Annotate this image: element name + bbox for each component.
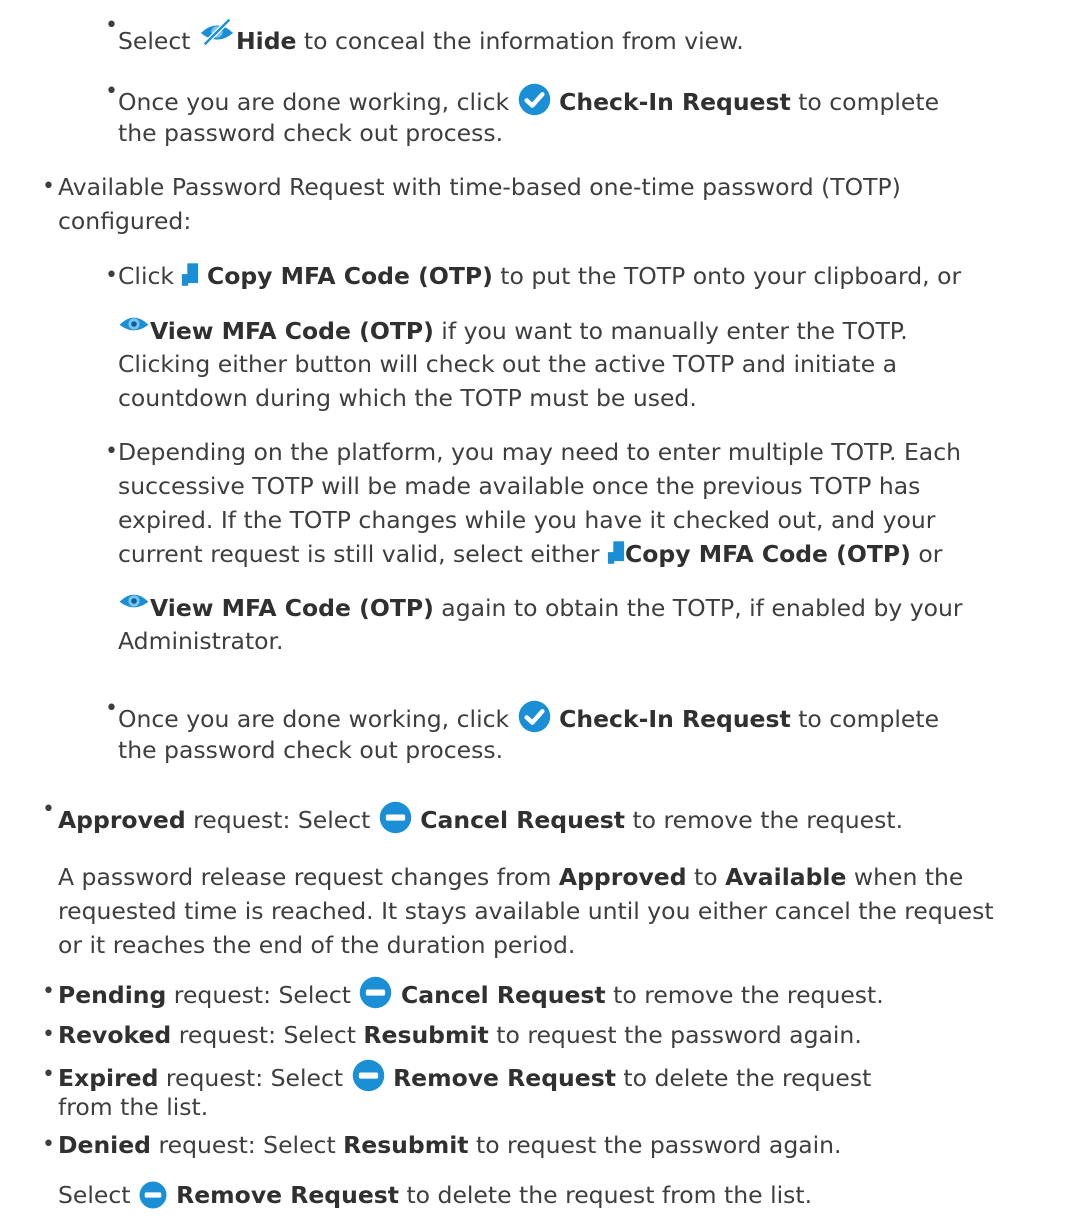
bullet: • — [42, 1062, 55, 1087]
copy-icon — [181, 263, 199, 287]
checkin-item-cont: the password check out process. — [118, 736, 504, 764]
bullet: • — [105, 263, 118, 288]
bullet: • — [105, 79, 118, 104]
approved-para-1: A password release request changes from … — [58, 863, 964, 891]
bullet: • — [42, 797, 55, 822]
minus-circle-icon — [358, 975, 393, 1010]
totp-item-cont: configured: — [58, 207, 192, 235]
denied-para: Select Remove Request to delete the requ… — [58, 1180, 813, 1210]
multi-line-1: Depending on the platform, you may need … — [118, 438, 962, 466]
bullet: • — [105, 696, 118, 721]
checkin-item-cont: the password check out process. — [118, 119, 504, 147]
minus-circle-icon — [351, 1058, 386, 1093]
check-circle-icon — [517, 699, 552, 734]
denied-item: Denied request: Select Resubmit to reque… — [58, 1131, 842, 1159]
pending-item: Pending request: Select Cancel Request t… — [58, 975, 884, 1012]
view-line-3: countdown during which the TOTP must be … — [118, 384, 697, 412]
minus-circle-icon — [138, 1180, 168, 1210]
minus-circle-icon — [378, 800, 413, 835]
bullet: • — [105, 13, 118, 38]
multi-line-6: Administrator. — [118, 627, 284, 655]
expired-item-cont: from the list. — [58, 1093, 209, 1121]
totp-item: Available Password Request with time-bas… — [58, 173, 901, 201]
check-circle-icon — [517, 82, 552, 117]
bullet: • — [42, 1022, 55, 1047]
copy-icon — [607, 541, 625, 565]
multi-line-2: successive TOTP will be made available o… — [118, 472, 921, 500]
bullet: • — [42, 174, 55, 199]
bullet: • — [42, 1132, 55, 1157]
approved-para-3: or it reaches the end of the duration pe… — [58, 931, 576, 959]
eye-icon — [118, 590, 150, 612]
approved-para-2: requested time is reached. It stays avai… — [58, 897, 994, 925]
revoked-item: Revoked request: Select Resubmit to requ… — [58, 1021, 862, 1049]
view-line: View MFA Code (OTP) if you want to manua… — [118, 313, 908, 348]
multi-line-5: View MFA Code (OTP) again to obtain the … — [118, 590, 963, 625]
bullet: • — [42, 979, 55, 1004]
multi-line-3: expired. If the TOTP changes while you h… — [118, 506, 936, 534]
multi-line-4: current request is still valid, select e… — [118, 540, 943, 568]
view-line-2: Clicking either button will check out th… — [118, 350, 898, 378]
hide-icon — [198, 17, 236, 47]
hide-item: Select Hide to conceal the information f… — [118, 17, 744, 58]
copy-item: Click Copy MFA Code (OTP) to put the TOT… — [118, 262, 962, 290]
eye-icon — [118, 313, 150, 335]
bullet: • — [105, 439, 118, 464]
approved-item: Approved request: Select Cancel Request … — [58, 800, 903, 837]
checkin-item: Once you are done working, click Check-I… — [118, 82, 939, 119]
checkin-item: Once you are done working, click Check-I… — [118, 699, 939, 736]
